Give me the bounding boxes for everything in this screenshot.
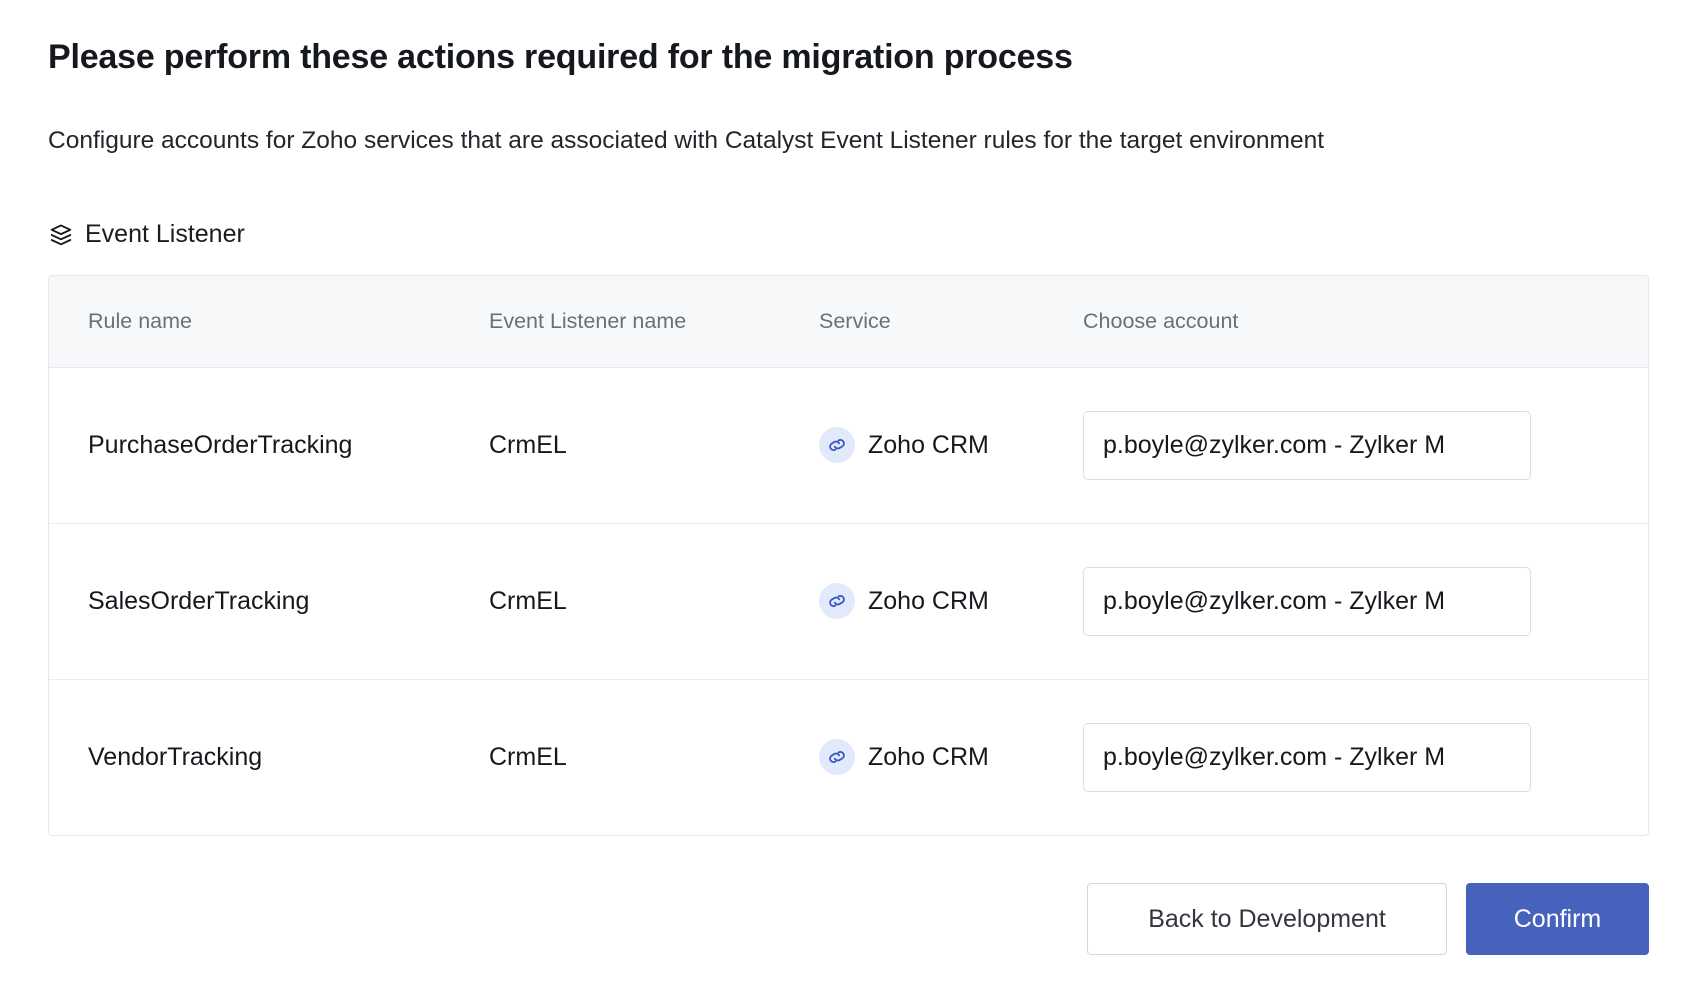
zoho-crm-link-icon (819, 583, 855, 619)
service-name-label: Zoho CRM (868, 433, 989, 458)
table-head: Rule name Event Listener name Service Ch… (49, 276, 1649, 367)
layers-stack-icon (48, 222, 74, 248)
cell-service: Zoho CRM (819, 523, 1083, 679)
page-subtitle: Configure accounts for Zoho services tha… (48, 125, 1324, 157)
cell-rule-name: SalesOrderTracking (49, 523, 489, 679)
cell-event-listener-name: CrmEL (489, 523, 819, 679)
column-header-service: Service (819, 276, 1083, 367)
event-listener-rules-table: Rule name Event Listener name Service Ch… (49, 276, 1649, 835)
cell-choose-account: p.boyle@zylker.com - Zylker M (1083, 523, 1649, 679)
service-name-label: Zoho CRM (868, 589, 989, 614)
zoho-crm-link-icon (819, 739, 855, 775)
cell-event-listener-name: CrmEL (489, 367, 819, 523)
account-select-value: p.boyle@zylker.com - Zylker M (1103, 745, 1445, 770)
event-listener-rules-card: Rule name Event Listener name Service Ch… (48, 275, 1649, 836)
footer-actions: Back to Development Confirm (48, 883, 1649, 955)
zoho-crm-link-icon (819, 427, 855, 463)
column-header-event-listener-name: Event Listener name (489, 276, 819, 367)
account-select[interactable]: p.boyle@zylker.com - Zylker M (1083, 723, 1531, 792)
account-select-value: p.boyle@zylker.com - Zylker M (1103, 433, 1445, 458)
cell-rule-name: VendorTracking (49, 679, 489, 835)
cell-choose-account: p.boyle@zylker.com - Zylker M (1083, 367, 1649, 523)
account-select-value: p.boyle@zylker.com - Zylker M (1103, 589, 1445, 614)
cell-service: Zoho CRM (819, 679, 1083, 835)
account-select[interactable]: p.boyle@zylker.com - Zylker M (1083, 567, 1531, 636)
account-select[interactable]: p.boyle@zylker.com - Zylker M (1083, 411, 1531, 480)
cell-service: Zoho CRM (819, 367, 1083, 523)
table-header-row: Rule name Event Listener name Service Ch… (49, 276, 1649, 367)
column-header-choose-account: Choose account (1083, 276, 1649, 367)
back-to-development-button[interactable]: Back to Development (1087, 883, 1447, 955)
confirm-button[interactable]: Confirm (1466, 883, 1649, 955)
table-row: PurchaseOrderTracking CrmEL Zoho CRM (49, 367, 1649, 523)
section-header-event-listener: Event Listener (48, 219, 245, 249)
migration-actions-page: Please perform these actions required fo… (0, 0, 1693, 993)
cell-choose-account: p.boyle@zylker.com - Zylker M (1083, 679, 1649, 835)
section-title-label: Event Listener (85, 222, 245, 247)
cell-rule-name: PurchaseOrderTracking (49, 367, 489, 523)
page-title: Please perform these actions required fo… (48, 36, 1073, 79)
cell-event-listener-name: CrmEL (489, 679, 819, 835)
table-row: VendorTracking CrmEL Zoho CRM (49, 679, 1649, 835)
table-body: PurchaseOrderTracking CrmEL Zoho CRM (49, 367, 1649, 835)
table-row: SalesOrderTracking CrmEL Zoho CRM (49, 523, 1649, 679)
column-header-rule-name: Rule name (49, 276, 489, 367)
service-name-label: Zoho CRM (868, 745, 989, 770)
